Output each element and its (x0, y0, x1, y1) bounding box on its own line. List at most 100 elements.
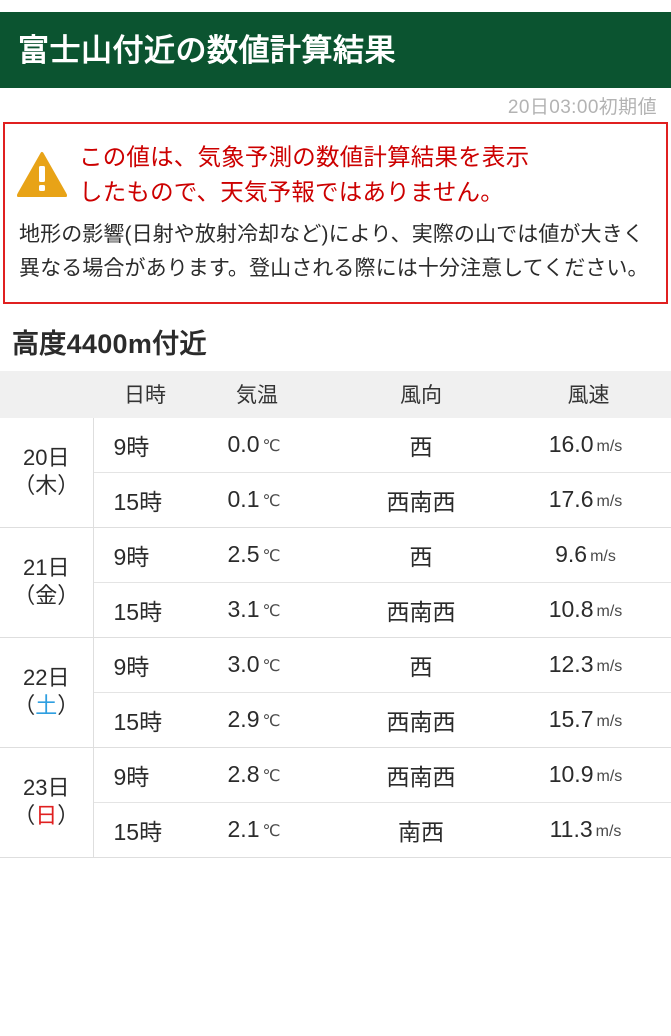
table-row: 15時 2.1 ℃ 南西 11.3 m/s (0, 802, 671, 858)
table-row: 15時 0.1 ℃ 西南西 17.6 m/s (0, 472, 671, 528)
temperature-cell: 2.1 ℃ (178, 802, 336, 858)
time-cell: 9時 (93, 747, 178, 803)
wind-speed-value: 16.0 (548, 431, 594, 458)
table-row: 23日 （日） 9時 2.8 ℃ 西南西 10.9 m/s (0, 747, 671, 858)
column-header-wind-direction: 風向 (336, 370, 506, 418)
temperature-value: 2.9 (227, 706, 260, 733)
altitude-section-title: 高度4400m付近 (12, 328, 207, 359)
page-header: 富士山付近の数値計算結果 (0, 12, 671, 88)
table-row: 21日 （金） 9時 2.5 ℃ 西 9.6 m/s (0, 527, 671, 638)
wind-direction-cell: 西南西 (336, 747, 506, 803)
wind-speed-unit: m/s (595, 823, 622, 841)
forecast-table-body: 20日 （木） 9時 0.0 ℃ 西 16.0 m/s 15時 0.1 ℃ 西南西 17.6 m/s 21日… (0, 417, 671, 858)
table-row: 15時 2.9 ℃ 西南西 15.7 m/s (0, 692, 671, 748)
dayofweek-label: 金 (35, 583, 58, 609)
time-cell: 9時 (93, 527, 178, 583)
date-cell: 22日 （土） (0, 637, 94, 748)
wind-direction-cell: 西南西 (336, 582, 506, 638)
temperature-unit: ℃ (262, 823, 281, 841)
column-header-temperature: 気温 (178, 370, 336, 418)
dayofweek-label: 日 (35, 803, 58, 829)
temperature-value: 0.1 (227, 486, 260, 513)
date-cell: 23日 （日） (0, 747, 94, 858)
temperature-unit: ℃ (262, 548, 281, 566)
temperature-cell: 2.8 ℃ (178, 747, 336, 803)
temperature-unit: ℃ (262, 713, 281, 731)
time-cell: 15時 (93, 692, 178, 748)
table-row: 22日 （土） 9時 3.0 ℃ 西 12.3 m/s (0, 637, 671, 748)
wind-speed-value: 15.7 (548, 706, 594, 733)
temperature-unit: ℃ (262, 493, 281, 511)
temperature-unit: ℃ (262, 768, 281, 786)
wind-speed-cell: 16.0 m/s (506, 417, 671, 473)
wind-speed-unit: m/s (596, 603, 623, 621)
wind-direction-cell: 西 (336, 417, 506, 473)
warning-triangle-icon (15, 138, 69, 204)
date-dayofweek: （木） (13, 473, 80, 499)
temperature-unit: ℃ (262, 658, 281, 676)
column-header-datetime: 日時 (0, 370, 178, 418)
date-dayofweek: （土） (13, 693, 80, 719)
forecast-table-head: 日時 気温 風向 風速 (0, 370, 671, 418)
wind-speed-value: 10.9 (548, 761, 594, 788)
temperature-cell: 3.1 ℃ (178, 582, 336, 638)
date-day: 20日 (23, 444, 70, 470)
date-day: 23日 (23, 774, 70, 800)
wind-speed-cell: 10.9 m/s (506, 747, 671, 803)
time-cell: 15時 (93, 802, 178, 858)
table-row: 20日 （木） 9時 0.0 ℃ 西 16.0 m/s (0, 417, 671, 528)
init-time-row: 20日03:00初期値 (0, 88, 671, 122)
table-row: 15時 3.1 ℃ 西南西 10.8 m/s (0, 582, 671, 638)
disclaimer-body-text: 地形の影響(日射や放射冷却など)により、実際の山では値が大きく異なる場合がありま… (19, 222, 649, 280)
wind-speed-cell: 12.3 m/s (506, 637, 671, 693)
wind-speed-value: 10.8 (548, 596, 594, 623)
wind-speed-unit: m/s (596, 658, 623, 676)
date-dayofweek: （金） (13, 583, 80, 609)
wind-speed-cell: 11.3 m/s (506, 802, 671, 858)
wind-speed-value: 12.3 (548, 651, 594, 678)
wind-direction-cell: 西南西 (336, 472, 506, 528)
dayofweek-label: 土 (35, 693, 58, 719)
wind-speed-unit: m/s (596, 713, 623, 731)
temperature-cell: 3.0 ℃ (178, 637, 336, 693)
date-day: 21日 (23, 554, 70, 580)
temperature-cell: 0.0 ℃ (178, 417, 336, 473)
time-cell: 9時 (93, 417, 178, 473)
disclaimer-lead-row: この値は、気象予測の数値計算結果を表示 したもので、天気予報ではありません。 (15, 138, 654, 210)
dayofweek-label: 木 (35, 473, 58, 499)
wind-direction-cell: 西南西 (336, 692, 506, 748)
temperature-value: 2.8 (227, 761, 260, 788)
page-title: 富士山付近の数値計算結果 (18, 32, 396, 68)
table-header-row: 日時 気温 風向 風速 (0, 370, 671, 418)
initial-time-label: 20日03:00初期値 (507, 96, 657, 118)
temperature-value: 2.5 (227, 541, 260, 568)
wind-speed-cell: 10.8 m/s (506, 582, 671, 638)
date-dayofweek: （日） (13, 803, 80, 829)
wind-speed-unit: m/s (596, 768, 623, 786)
date-cell: 20日 （木） (0, 417, 94, 528)
date-cell: 21日 （金） (0, 527, 94, 638)
temperature-cell: 2.5 ℃ (178, 527, 336, 583)
time-cell: 9時 (93, 637, 178, 693)
wind-speed-unit: m/s (596, 493, 623, 511)
wind-speed-cell: 9.6 m/s (506, 527, 671, 583)
date-day: 22日 (23, 664, 70, 690)
wind-speed-unit: m/s (596, 438, 623, 456)
temperature-value: 3.0 (227, 651, 260, 678)
wind-speed-cell: 17.6 m/s (506, 472, 671, 528)
disclaimer-lead-line2: したもので、天気予報ではありません。 (79, 178, 504, 205)
time-cell: 15時 (93, 582, 178, 638)
time-cell: 15時 (93, 472, 178, 528)
temperature-value: 2.1 (227, 816, 260, 843)
temperature-value: 3.1 (227, 596, 260, 623)
wind-speed-value: 9.6 (555, 541, 588, 568)
temperature-unit: ℃ (262, 438, 281, 456)
disclaimer-box: この値は、気象予測の数値計算結果を表示 したもので、天気予報ではありません。 地… (3, 122, 668, 304)
forecast-table: 日時 気温 風向 風速 20日 （木） 9時 0.0 ℃ 西 16.0 m/s 15時 0.1 ℃ 西… (0, 370, 671, 858)
wind-direction-cell: 西 (336, 637, 506, 693)
disclaimer-lead-line1: この値は、気象予測の数値計算結果を表示 (79, 144, 530, 170)
wind-speed-value: 17.6 (548, 486, 594, 513)
temperature-value: 0.0 (227, 431, 260, 458)
wind-direction-cell: 西 (336, 527, 506, 583)
wind-speed-value: 11.3 (549, 816, 593, 843)
